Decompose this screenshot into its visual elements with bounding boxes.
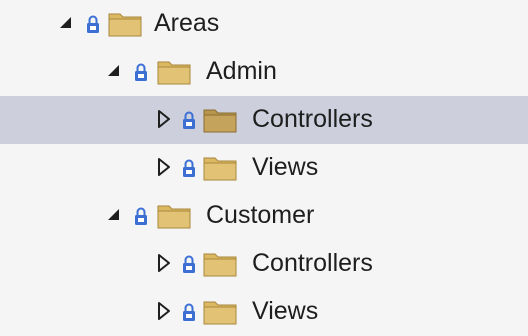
expanded-triangle-icon[interactable] xyxy=(56,12,76,34)
collapsed-triangle-icon[interactable] xyxy=(154,300,174,322)
lock-icon xyxy=(181,301,197,323)
folder-icon xyxy=(157,203,191,229)
expanded-triangle-icon[interactable] xyxy=(104,204,124,226)
lock-icon xyxy=(133,205,149,227)
folder-icon xyxy=(203,155,237,181)
folder-icon xyxy=(108,11,142,37)
tree-item-admin-controllers[interactable]: Controllers xyxy=(0,96,528,144)
lock-icon xyxy=(133,61,149,83)
expanded-triangle-icon[interactable] xyxy=(104,60,124,82)
tree-item-label: Areas xyxy=(154,9,220,37)
tree-item-label: Controllers xyxy=(252,249,373,277)
tree-item-admin[interactable]: Admin xyxy=(0,48,528,96)
folder-icon xyxy=(203,299,237,325)
collapsed-triangle-icon[interactable] xyxy=(154,108,174,130)
lock-icon xyxy=(85,13,101,35)
folder-icon xyxy=(157,59,191,85)
tree-item-label: Views xyxy=(252,297,319,325)
tree-item-admin-views[interactable]: Views xyxy=(0,144,528,192)
lock-icon xyxy=(181,253,197,275)
tree-item-customer-controllers[interactable]: Controllers xyxy=(0,240,528,288)
tree-item-label: Customer xyxy=(206,201,315,229)
tree-item-label: Controllers xyxy=(252,105,373,133)
tree-item-customer-views[interactable]: Views xyxy=(0,288,528,336)
tree-item-areas[interactable]: Areas xyxy=(0,0,528,48)
lock-icon xyxy=(181,109,197,131)
folder-icon xyxy=(203,107,237,133)
tree-item-customer[interactable]: Customer xyxy=(0,192,528,240)
tree-item-label: Views xyxy=(252,153,319,181)
solution-explorer-tree: Areas Admin Controllers Views Customer C… xyxy=(0,0,528,333)
tree-item-label: Admin xyxy=(206,57,277,85)
lock-icon xyxy=(181,157,197,179)
folder-icon xyxy=(203,251,237,277)
collapsed-triangle-icon[interactable] xyxy=(154,252,174,274)
collapsed-triangle-icon[interactable] xyxy=(154,156,174,178)
